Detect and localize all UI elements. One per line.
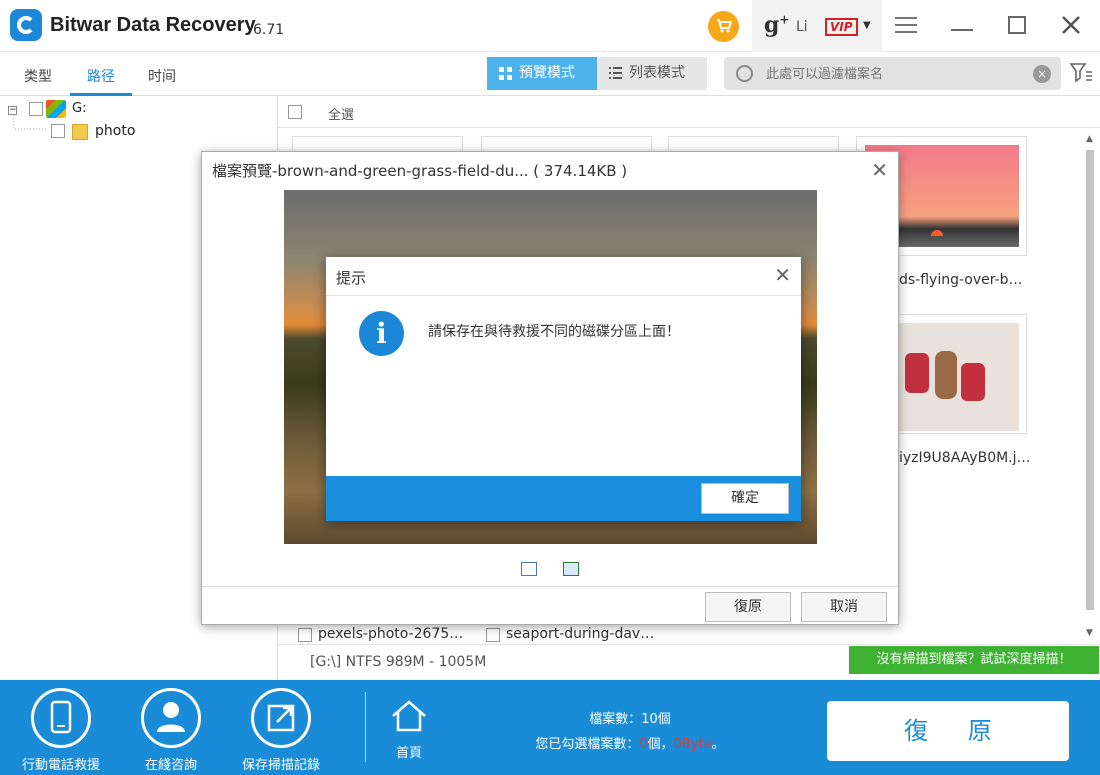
file-name: ds-flying-over-b… (899, 272, 1023, 288)
tab-path[interactable]: 路径 (87, 66, 115, 86)
close-icon[interactable]: ✕ (774, 263, 791, 287)
select-all-row: 全選 (278, 96, 1100, 128)
list-icon (609, 67, 622, 79)
drive-info: [G:\] NTFS 989M - 1005M (310, 654, 487, 670)
preview-title: 檔案預覽-brown-and-green-grass-field-du... (… (212, 162, 628, 180)
file-name: iyzI9U8AAyB0M.j… (899, 450, 1031, 466)
grid-icon (499, 67, 512, 80)
app-version: 6.71 (253, 22, 285, 38)
info-icon: i (359, 311, 404, 356)
search-input[interactable] (766, 63, 1016, 85)
scrollbar[interactable]: ▲ ▼ (1084, 134, 1096, 640)
folder-label[interactable]: photo (95, 123, 135, 139)
tree-connector (13, 115, 48, 130)
google-plus-icon[interactable]: g+ (764, 12, 789, 38)
fit-image-icon[interactable] (521, 562, 537, 576)
folder-checkbox[interactable] (51, 124, 65, 138)
file-name: pexels-photo-2675… (318, 626, 464, 642)
app-logo-icon (10, 9, 42, 41)
actual-size-icon[interactable] (563, 562, 579, 576)
drive-label[interactable]: G: (72, 101, 86, 116)
file-checkbox[interactable] (298, 628, 312, 642)
preview-mode-button[interactable]: 預覽模式 (487, 57, 597, 90)
preview-recover-button[interactable]: 復原 (705, 592, 791, 622)
alert-title: 提示 (336, 269, 367, 287)
list-mode-button[interactable]: 列表模式 (597, 57, 707, 90)
save-scan-record-button[interactable]: 保存掃描記錄 (231, 688, 331, 773)
select-all-checkbox[interactable] (288, 105, 302, 119)
phone-icon (31, 688, 91, 748)
user-name: Li (796, 19, 808, 35)
menu-icon[interactable] (891, 10, 921, 40)
bottom-bar: 行動電話救援 在綫咨詢 保存掃描記錄 首頁 檔案數：10個 您已勾選檔案數：0個… (0, 680, 1100, 775)
user-area[interactable]: g+ Li VIP ▼ (752, 0, 882, 52)
tab-time[interactable]: 时间 (148, 66, 176, 86)
dialog-divider (326, 295, 801, 296)
filter-icon[interactable] (1069, 61, 1093, 85)
close-icon[interactable] (1056, 10, 1086, 40)
home-button[interactable]: 首頁 (359, 698, 459, 761)
online-consult-button[interactable]: 在綫咨詢 (121, 688, 221, 773)
maximize-button[interactable] (1002, 10, 1032, 40)
dialog-divider (202, 586, 898, 587)
selected-count: 您已勾選檔案數：0個，0Byte。 (535, 737, 725, 752)
preview-cancel-button[interactable]: 取消 (801, 592, 887, 622)
home-icon (392, 700, 426, 732)
file-checkbox[interactable] (486, 628, 500, 642)
search-icon (736, 65, 753, 82)
phone-recovery-button[interactable]: 行動電話救援 (11, 688, 111, 773)
drive-checkbox[interactable] (29, 102, 43, 116)
user-icon (141, 688, 201, 748)
scan-stats: 檔案數：10個 您已勾選檔案數：0個，0Byte。 (500, 708, 760, 752)
cart-icon[interactable] (708, 11, 739, 42)
scrollbar-thumb[interactable] (1086, 150, 1094, 610)
tree-expander[interactable]: − (8, 106, 17, 115)
vip-badge[interactable]: VIP (825, 18, 858, 36)
minimize-button[interactable] (947, 10, 977, 40)
file-name: seaport-during-dav… (506, 626, 655, 642)
alert-message: 請保存在與待救援不同的磁碟分區上面！ (428, 324, 680, 340)
close-icon[interactable]: ✕ (871, 158, 888, 182)
search-box: × (724, 57, 1061, 90)
toolbar: 类型 路径 时间 預覽模式 列表模式 × (0, 52, 1100, 96)
chevron-down-icon[interactable]: ▼ (863, 20, 871, 31)
clear-search-icon[interactable]: × (1033, 65, 1051, 83)
deep-scan-button[interactable]: 沒有掃描到檔案？試試深度掃描！ (849, 646, 1099, 674)
tab-type[interactable]: 类型 (24, 66, 52, 86)
export-icon (251, 688, 311, 748)
ok-button[interactable]: 確定 (701, 483, 789, 514)
alert-dialog: 提示 ✕ i 請保存在與待救援不同的磁碟分區上面！ 確定 (326, 257, 801, 521)
recover-button[interactable]: 復 原 (827, 701, 1069, 761)
app-title: Bitwar Data Recovery (50, 14, 256, 36)
title-bar: Bitwar Data Recovery 6.71 g+ Li VIP ▼ (0, 0, 1100, 52)
select-all-label: 全選 (328, 108, 355, 123)
folder-icon (72, 124, 88, 140)
file-count: 檔案數：10個 (589, 712, 671, 727)
